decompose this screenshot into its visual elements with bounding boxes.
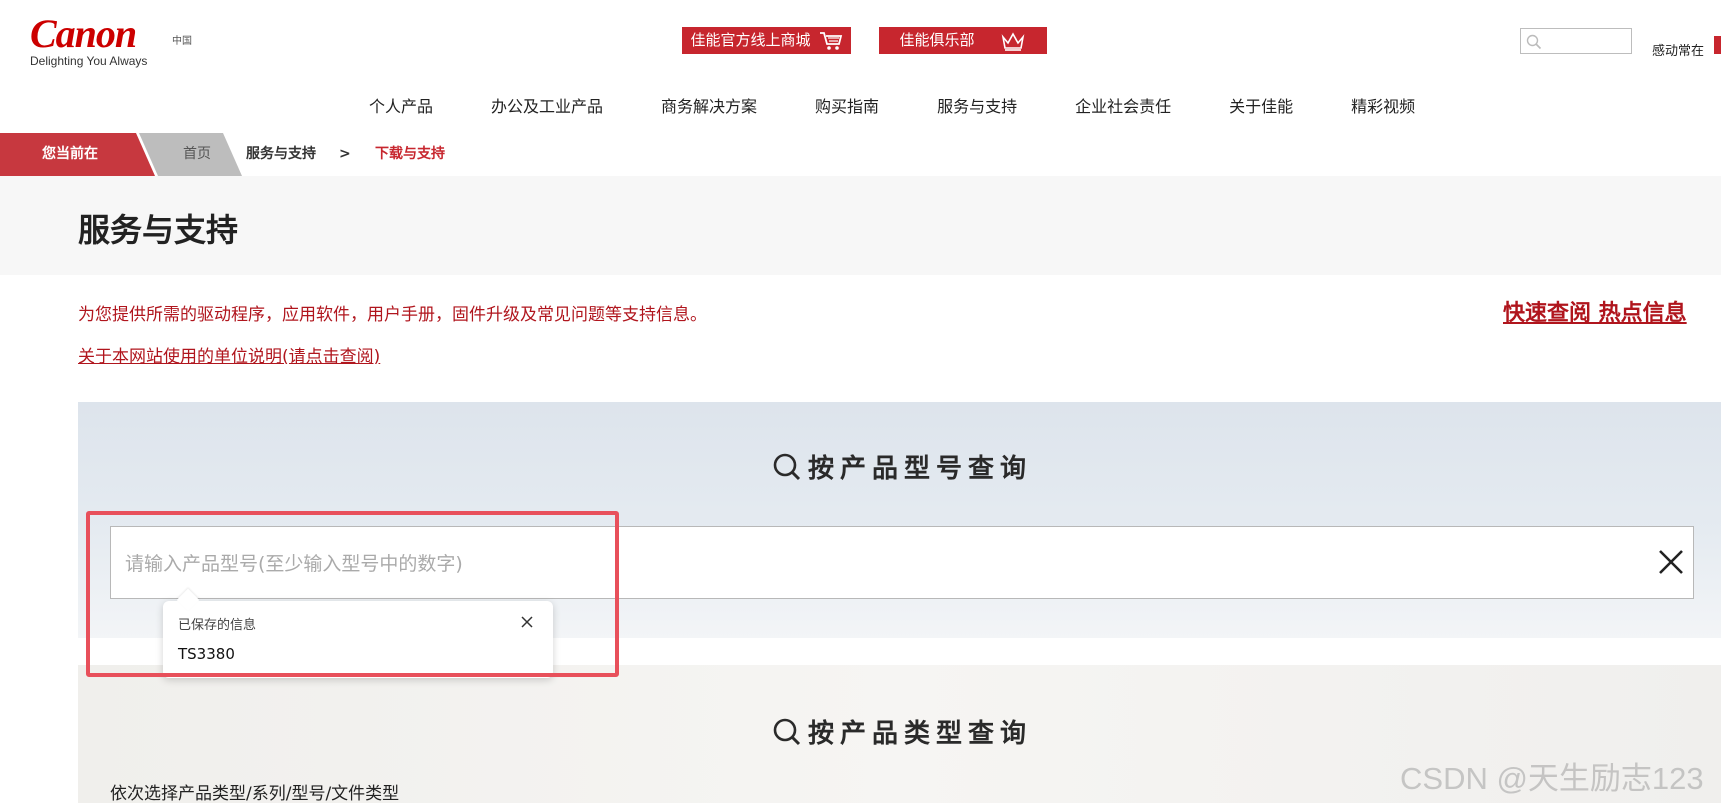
search-icon xyxy=(1526,34,1542,50)
crown-icon xyxy=(1001,31,1024,51)
nav-office-industrial[interactable]: 办公及工业产品 xyxy=(462,95,632,119)
brand-slogan: 感动常在 xyxy=(1652,44,1705,59)
logo-tagline: Delighting You Always xyxy=(30,54,148,68)
breadcrumb-separator: > xyxy=(339,146,351,162)
nav-csr[interactable]: 企业社会责任 xyxy=(1046,95,1200,119)
csdn-watermark: CSDN @天生励志123 xyxy=(1400,761,1704,796)
nav-business-solutions[interactable]: 商务解决方案 xyxy=(632,95,786,119)
model-search-box xyxy=(110,526,1694,600)
model-search-heading: 按产品型号查询 xyxy=(772,448,1032,485)
nav-buying-guide[interactable]: 购买指南 xyxy=(786,95,908,119)
breadcrumb-home[interactable]: 首页 xyxy=(139,133,242,176)
model-search-input[interactable] xyxy=(123,527,1627,600)
type-search-heading-text: 按产品类型查询 xyxy=(808,719,1033,749)
title-band xyxy=(0,176,1721,275)
site-search-input[interactable] xyxy=(1520,28,1632,54)
close-icon[interactable] xyxy=(519,614,535,630)
model-search-heading-text: 按产品型号查询 xyxy=(808,454,1033,484)
saved-info-title: 已保存的信息 xyxy=(178,618,257,633)
intro-text: 为您提供所需的驱动程序，应用软件，用户手册，固件升级及常见问题等支持信息。 xyxy=(78,305,707,325)
region-label: 中国 xyxy=(172,36,192,47)
logo-wordmark: Canon xyxy=(30,11,137,56)
breadcrumb-current: 下载与支持 xyxy=(375,146,445,162)
page-title: 服务与支持 xyxy=(78,211,239,249)
nav-service-support[interactable]: 服务与支持 xyxy=(908,95,1046,119)
canon-logo[interactable]: Canon 中国 Delighting You Always xyxy=(30,14,210,74)
canon-club-button[interactable]: 佳能俱乐部 xyxy=(879,27,1047,54)
shopping-cart-icon xyxy=(819,31,842,50)
nav-videos[interactable]: 精彩视频 xyxy=(1322,95,1444,119)
slogan-mark-icon xyxy=(1714,36,1721,54)
main-navigation: 个人产品 办公及工业产品 商务解决方案 购买指南 服务与支持 企业社会责任 关于… xyxy=(340,95,1444,119)
breadcrumb-service-support[interactable]: 服务与支持 xyxy=(246,133,316,176)
search-icon xyxy=(773,718,801,745)
unit-explanation-link[interactable]: 关于本网站使用的单位说明(请点击查阅) xyxy=(78,342,380,367)
clear-input-icon[interactable] xyxy=(1657,547,1685,577)
type-search-hint: 依次选择产品类型/系列/型号/文件类型 xyxy=(110,784,400,804)
official-shop-label: 佳能官方线上商城 xyxy=(690,31,811,49)
nav-personal-products[interactable]: 个人产品 xyxy=(340,95,462,119)
official-shop-button[interactable]: 佳能官方线上商城 xyxy=(682,27,851,54)
breadcrumb-you-are-here: 您当前在 xyxy=(0,133,155,176)
saved-info-popup: 已保存的信息 TS3380 xyxy=(163,588,553,678)
quick-hot-info-link[interactable]: 快速查阅 热点信息 xyxy=(1503,295,1687,327)
saved-info-item[interactable]: TS3380 xyxy=(178,645,235,663)
type-search-heading: 按产品类型查询 xyxy=(772,713,1032,750)
search-icon xyxy=(773,453,801,480)
nav-about-canon[interactable]: 关于佳能 xyxy=(1200,95,1322,119)
canon-club-label: 佳能俱乐部 xyxy=(899,31,975,49)
